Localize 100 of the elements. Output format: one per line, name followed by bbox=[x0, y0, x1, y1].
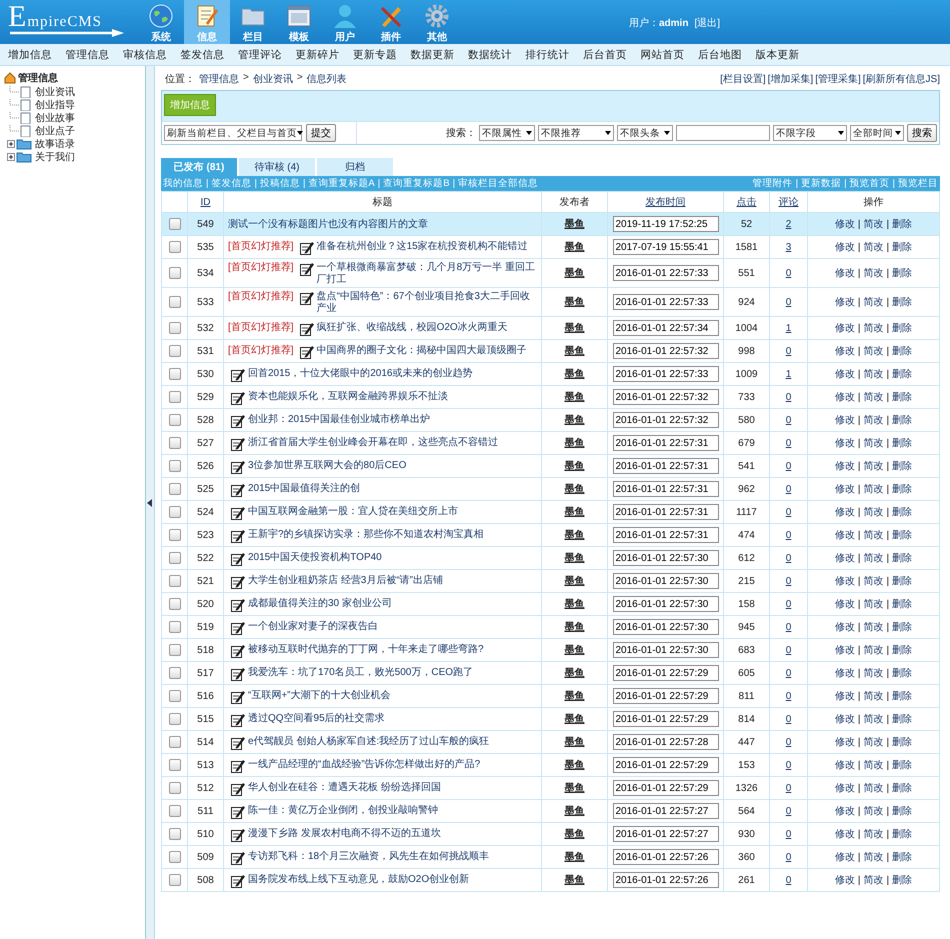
action-link[interactable]: 修改 bbox=[834, 438, 855, 449]
action-link[interactable]: 简改 bbox=[864, 760, 884, 771]
action-link[interactable]: 修改 bbox=[834, 806, 855, 817]
comments-link[interactable]: 0 bbox=[786, 552, 792, 564]
row-checkbox[interactable] bbox=[168, 759, 180, 771]
action-link[interactable]: 删除 bbox=[892, 553, 912, 564]
table-row[interactable]: 508 国务院发布线上线下互动意见，鼓励O2O创业创新 墨鱼 2016-01-01 22:57:26 261 0 修改 | 简改 | 删除 bbox=[162, 868, 940, 892]
comments-link[interactable]: 1 bbox=[786, 322, 792, 334]
time-field[interactable]: 2016-01-01 22:57:29 bbox=[612, 711, 718, 727]
table-row[interactable]: 532 [首页幻灯推荐] 疯狂扩张、收缩战线，校园O2O冰火两重天 墨鱼 2016-01-01 22:57:34 1004 1 修改 | 简改 | 删除 bbox=[162, 316, 940, 340]
article-title-link[interactable]: 盘点“中国特色”：67个创业项目抢食3大二手回收产业 bbox=[316, 291, 539, 315]
action-link[interactable]: 简改 bbox=[864, 691, 884, 702]
publisher-link[interactable]: 墨鱼 bbox=[564, 783, 584, 794]
time-field[interactable]: 2016-01-01 22:57:34 bbox=[612, 320, 718, 336]
time-field[interactable]: 2016-01-01 22:57:30 bbox=[612, 642, 718, 658]
publisher-link[interactable]: 墨鱼 bbox=[564, 829, 584, 840]
row-checkbox[interactable] bbox=[168, 437, 180, 449]
action-link[interactable]: 简改 bbox=[864, 268, 884, 279]
table-row[interactable]: 522 2015中国天使投资机构TOP40 墨鱼 2016-01-01 22:57:30 612 0 修改 | 简改 | 删除 bbox=[162, 546, 940, 570]
action-link[interactable]: 删除 bbox=[892, 760, 912, 771]
time-field[interactable]: 2016-01-01 22:57:29 bbox=[612, 757, 718, 773]
row-checkbox[interactable] bbox=[168, 483, 180, 495]
publisher-link[interactable]: 墨鱼 bbox=[564, 268, 584, 279]
time-field[interactable]: 2016-01-01 22:57:33 bbox=[612, 294, 718, 310]
action-link[interactable]: 修改 bbox=[834, 576, 855, 587]
table-row[interactable]: 535 [首页幻灯推荐] 准备在杭州创业？这15家在杭投资机构不能错过 墨鱼 2017-07-19 15:55:41 1581 3 修改 | 简改 | 删除 bbox=[162, 236, 940, 258]
row-checkbox[interactable] bbox=[168, 529, 180, 541]
publisher-link[interactable]: 墨鱼 bbox=[564, 415, 584, 426]
nav-tab[interactable]: 系统 bbox=[138, 0, 184, 44]
menu-item[interactable]: 管理信息 bbox=[66, 48, 110, 62]
time-field[interactable]: 2016-01-01 22:57:33 bbox=[612, 366, 718, 382]
menu-item[interactable]: 管理评论 bbox=[238, 48, 282, 62]
table-row[interactable]: 521 大学生创业租奶茶店 经营3月后被“请”出店铺 墨鱼 2016-01-01 22:57:30 215 0 修改 | 简改 | 删除 bbox=[162, 570, 940, 592]
time-field[interactable]: 2016-01-01 22:57:32 bbox=[612, 412, 718, 428]
edit-icon[interactable] bbox=[231, 414, 245, 428]
folder-icon[interactable] bbox=[7, 138, 33, 150]
comments-link[interactable]: 0 bbox=[786, 484, 792, 494]
field-select[interactable]: 不限字段 bbox=[773, 125, 847, 141]
action-link[interactable]: 删除 bbox=[892, 645, 912, 656]
filter-select[interactable]: 不限头条 bbox=[617, 125, 673, 141]
comments-link[interactable]: 0 bbox=[786, 852, 792, 862]
tree-item[interactable]: 故事语录 bbox=[35, 136, 75, 150]
action-link[interactable]: 修改 bbox=[834, 875, 855, 886]
tree-item[interactable]: 创业点子 bbox=[35, 124, 75, 138]
edit-icon[interactable] bbox=[231, 368, 245, 382]
action-link[interactable]: 修改 bbox=[834, 461, 855, 472]
comments-link[interactable]: 0 bbox=[786, 414, 792, 426]
row-checkbox[interactable] bbox=[168, 218, 180, 230]
comments-link[interactable]: 0 bbox=[786, 690, 792, 702]
time-field[interactable]: 2016-01-01 22:57:29 bbox=[612, 665, 718, 681]
action-link[interactable]: 修改 bbox=[834, 668, 855, 679]
filter-select[interactable]: 不限属性 bbox=[479, 125, 535, 141]
time-field[interactable]: 2016-01-01 22:57:30 bbox=[612, 619, 718, 635]
action-link[interactable]: 修改 bbox=[834, 599, 855, 610]
comments-link[interactable]: 1 bbox=[786, 368, 792, 380]
nav-tab[interactable]: 用户 bbox=[322, 0, 368, 44]
row-checkbox[interactable] bbox=[168, 460, 180, 472]
table-row[interactable]: 530 回首2015，十位大佬眼中的2016或未来的创业趋势 墨鱼 2016-01-01 22:57:33 1009 1 修改 | 简改 | 删除 bbox=[162, 362, 940, 386]
action-link[interactable]: 简改 bbox=[864, 530, 884, 541]
table-row[interactable]: 519 一个创业家对妻子的深夜告白 墨鱼 2016-01-01 22:57:30 945 0 修改 | 简改 | 删除 bbox=[162, 616, 940, 638]
action-link[interactable]: 简改 bbox=[864, 553, 884, 564]
menu-item[interactable]: 网站首页 bbox=[640, 48, 684, 62]
time-field[interactable]: 2016-01-01 22:57:31 bbox=[612, 435, 718, 451]
toolbar-link[interactable]: [栏目设置] bbox=[720, 72, 766, 86]
comments-link[interactable]: 0 bbox=[786, 506, 792, 518]
publisher-link[interactable]: 墨鱼 bbox=[564, 484, 584, 495]
comments-link[interactable]: 3 bbox=[786, 242, 792, 252]
menu-item[interactable]: 签发信息 bbox=[180, 48, 224, 62]
row-checkbox[interactable] bbox=[168, 241, 180, 253]
time-field[interactable]: 2016-01-01 22:57:30 bbox=[612, 596, 718, 612]
menu-item[interactable]: 增加信息 bbox=[8, 48, 52, 62]
publisher-link[interactable]: 墨鱼 bbox=[564, 714, 584, 725]
publisher-link[interactable]: 墨鱼 bbox=[564, 760, 584, 771]
edit-icon[interactable] bbox=[231, 759, 245, 773]
row-checkbox[interactable] bbox=[168, 851, 180, 863]
action-link[interactable]: 删除 bbox=[892, 242, 912, 253]
edit-icon[interactable] bbox=[231, 529, 245, 543]
column-header[interactable]: 发布时间 bbox=[646, 197, 686, 208]
tab[interactable]: 待审核 (4) bbox=[239, 158, 315, 176]
comments-link[interactable]: 0 bbox=[786, 874, 792, 886]
row-checkbox[interactable] bbox=[168, 414, 180, 426]
comments-link[interactable]: 0 bbox=[786, 828, 792, 840]
publisher-link[interactable]: 墨鱼 bbox=[564, 323, 584, 334]
edit-icon[interactable] bbox=[231, 690, 245, 704]
comments-link[interactable]: 0 bbox=[786, 644, 792, 656]
time-field[interactable]: 2016-01-01 22:57:27 bbox=[612, 826, 718, 842]
action-link[interactable]: 修改 bbox=[834, 219, 855, 230]
time-field[interactable]: 2016-01-01 22:57:32 bbox=[612, 389, 718, 405]
table-row[interactable]: 510 漫漫下乡路 发展农村电商不得不迈的五道坎 墨鱼 2016-01-01 22:57:27 930 0 修改 | 简改 | 删除 bbox=[162, 822, 940, 846]
row-checkbox[interactable] bbox=[168, 782, 180, 794]
edit-icon[interactable] bbox=[231, 828, 245, 842]
comments-link[interactable]: 0 bbox=[786, 268, 792, 278]
row-checkbox[interactable] bbox=[168, 575, 180, 587]
time-field[interactable]: 2016-01-01 22:57:26 bbox=[612, 872, 718, 888]
action-link[interactable]: 简改 bbox=[864, 242, 884, 253]
action-link[interactable]: 简改 bbox=[864, 783, 884, 794]
action-link[interactable]: 修改 bbox=[834, 415, 855, 426]
tree-item[interactable]: 创业资讯 bbox=[35, 84, 75, 98]
row-checkbox[interactable] bbox=[168, 345, 180, 357]
action-link[interactable]: 删除 bbox=[892, 438, 912, 449]
